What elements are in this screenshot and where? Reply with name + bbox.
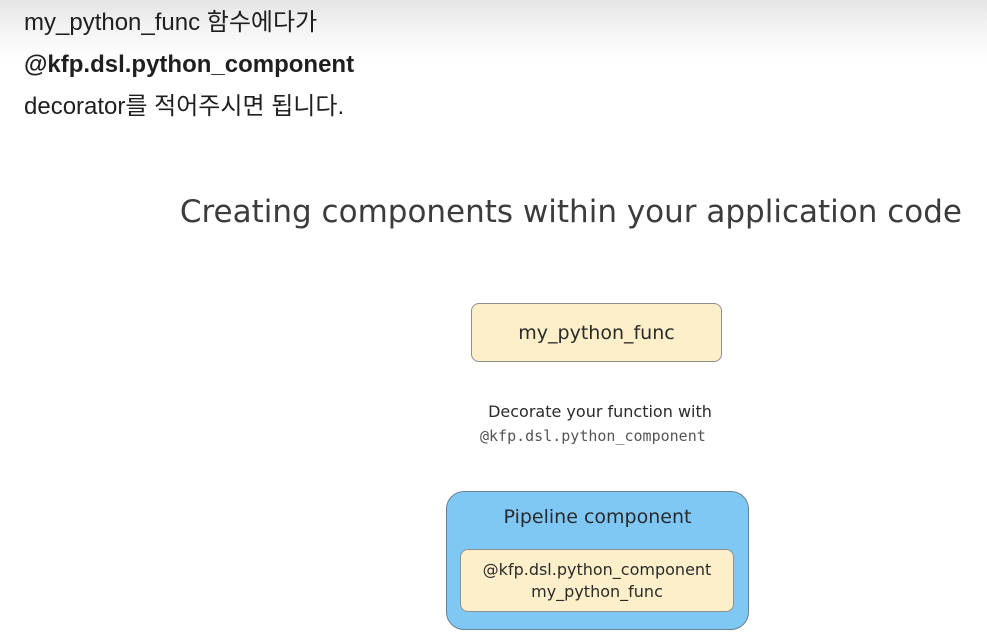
decorator-code: @kfp.dsl.python_component — [480, 427, 706, 445]
decorated-function-name: my_python_func — [531, 581, 663, 601]
caption-line-3: decorator를 적어주시면 됩니다. — [24, 93, 345, 120]
caption-line-2: @kfp.dsl.python_component — [24, 51, 355, 78]
pipeline-component-title: Pipeline component — [503, 506, 692, 528]
slide-title: Creating components within your applicat… — [179, 194, 962, 230]
decorated-function-box: @kfp.dsl.python_component my_python_func — [460, 549, 734, 612]
function-box: my_python_func — [471, 303, 722, 362]
decorate-instruction: Decorate your function with — [488, 402, 712, 421]
caption-line-1: my_python_func 함수에다가 — [24, 9, 318, 36]
caption-note: my_python_func 함수에다가 @kfp.dsl.python_com… — [24, 2, 624, 128]
function-box-label: my_python_func — [518, 321, 675, 344]
decorated-function-decorator: @kfp.dsl.python_component — [482, 559, 712, 579]
pipeline-component-box: Pipeline component @kfp.dsl.python_compo… — [446, 491, 749, 630]
